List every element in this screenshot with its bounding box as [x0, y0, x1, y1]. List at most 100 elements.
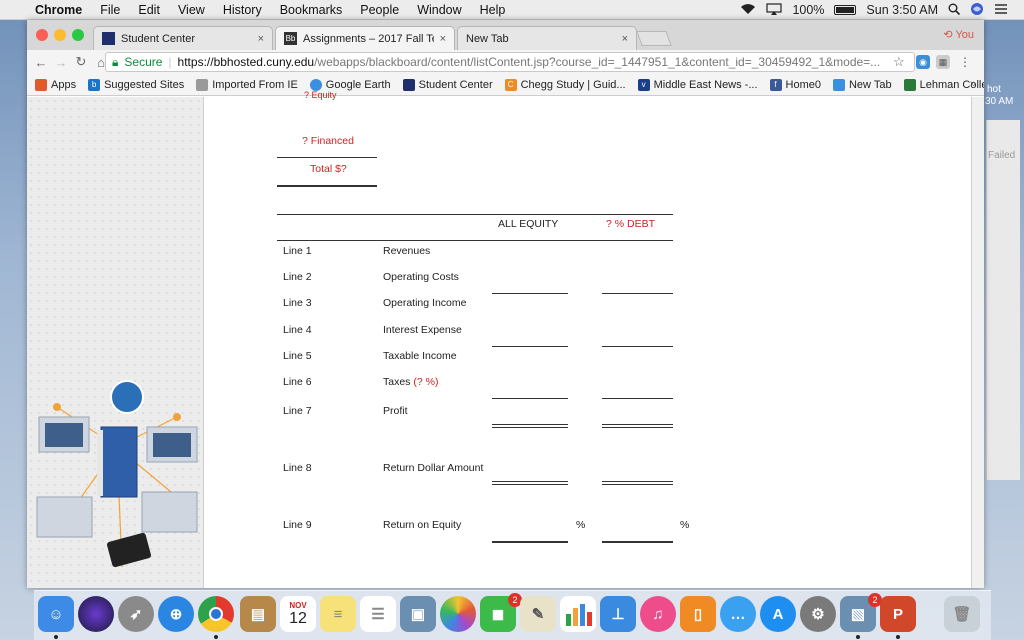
network-illustration-icon [36, 380, 198, 568]
macos-menubar: Chrome File Edit View History Bookmarks … [0, 0, 1024, 20]
row-label-operating-costs: Operating Costs [383, 271, 459, 283]
tab-student-center[interactable]: Student Center × [93, 26, 273, 50]
app-store-icon[interactable]: A [760, 596, 796, 632]
answer-double-rule-debt [602, 424, 673, 428]
line-number: Line 6 [283, 376, 312, 388]
equity-label: ? Equity [304, 90, 337, 100]
bookmark-new-tab[interactable]: New Tab [832, 78, 892, 91]
line-number: Line 3 [283, 297, 312, 309]
answer-blank-debt [602, 346, 673, 347]
siri-menubar-icon[interactable] [970, 2, 984, 19]
new-tab-button[interactable] [636, 31, 672, 46]
tab-assignments[interactable]: Bb Assignments – 2017 Fall Term × [275, 26, 455, 50]
taxes-text: Taxes [383, 376, 411, 388]
bookmark-star-icon[interactable]: ☆ [893, 54, 905, 70]
back-arrow-icon[interactable]: ← [31, 55, 51, 70]
bookmark-chegg-study[interactable]: C Chegg Study | Guid... [504, 78, 626, 91]
menu-help[interactable]: Help [471, 3, 515, 17]
safari-compass-icon[interactable]: ⊕ [158, 596, 194, 632]
running-indicator [54, 635, 58, 639]
launchpad-icon[interactable]: ➶ [118, 596, 154, 632]
tab-close-icon[interactable]: × [258, 33, 264, 45]
financed-label: ? Financed [302, 135, 354, 147]
chrome-menu-icon[interactable]: ⋮ [958, 55, 972, 69]
forward-arrow-icon[interactable]: → [51, 55, 71, 70]
divider [277, 185, 377, 187]
desktop-file-label: hot [987, 84, 1001, 95]
row-label-revenues: Revenues [383, 245, 431, 257]
lehman-shield-icon [903, 78, 916, 91]
column-header-all-equity: ALL EQUITY [498, 218, 559, 230]
bookmark-label: Google Earth [325, 78, 391, 91]
course-sidebar-background [27, 97, 204, 588]
bookmark-apps[interactable]: Apps [35, 78, 76, 91]
secure-lock-icon[interactable]: 🔒︎ [112, 55, 118, 70]
messages-icon[interactable]: … [720, 596, 756, 632]
keynote-icon[interactable]: ⊥ [600, 596, 636, 632]
tab-close-icon[interactable]: × [440, 33, 446, 45]
new-tab-icon [832, 78, 845, 91]
bookmark-google-earth[interactable]: Google Earth [309, 78, 391, 91]
extension-icon[interactable]: ◉ [916, 55, 930, 69]
address-bar[interactable]: 🔒︎ Secure | https://bbhosted.cuny.edu /w… [105, 52, 915, 72]
tab-close-icon[interactable]: × [622, 33, 628, 45]
bookmarks-overflow-icon[interactable]: » [970, 78, 976, 90]
profile-button[interactable]: ⟲ You [943, 28, 974, 41]
ibooks-icon[interactable]: ▯ [680, 596, 716, 632]
minimize-window-button[interactable] [54, 29, 66, 41]
menu-history[interactable]: History [214, 3, 271, 17]
profile-label: You [955, 29, 974, 41]
pages-icon[interactable]: ✎ [520, 596, 556, 632]
menu-app-chrome[interactable]: Chrome [26, 3, 91, 17]
menu-people[interactable]: People [351, 3, 408, 17]
spotlight-search-icon[interactable] [948, 3, 961, 18]
suggested-sites-icon: b [88, 78, 101, 91]
menu-view[interactable]: View [169, 3, 214, 17]
facebook-icon: f [769, 78, 782, 91]
bookmark-label: Student Center [418, 78, 493, 91]
menu-window[interactable]: Window [408, 3, 470, 17]
powerpoint-icon[interactable]: P [880, 596, 916, 632]
menu-edit[interactable]: Edit [129, 3, 169, 17]
finder-icon[interactable]: ☺ [38, 596, 74, 632]
bookmark-imported-from-ie[interactable]: Imported From IE [196, 78, 298, 91]
reminders-icon[interactable]: ☰ [360, 596, 396, 632]
battery-icon[interactable] [834, 5, 857, 15]
notes-icon[interactable]: ≡ [320, 596, 356, 632]
airplay-icon[interactable] [766, 2, 783, 18]
numbers-chart-icon[interactable] [560, 596, 596, 632]
system-preferences-gear-icon[interactable]: ⚙ [800, 596, 836, 632]
bookmark-suggested-sites[interactable]: b Suggested Sites [88, 78, 184, 91]
tab-strip: Student Center × Bb Assignments – 2017 F… [27, 20, 984, 50]
photos-icon[interactable] [440, 596, 476, 632]
bookmark-label: New Tab [848, 78, 892, 91]
menu-file[interactable]: File [91, 3, 129, 17]
notification-center-icon[interactable] [994, 3, 1008, 18]
trash-icon[interactable]: 🗑︎ [944, 596, 980, 632]
bookmark-student-center[interactable]: Student Center [402, 78, 493, 91]
contacts-icon[interactable]: ▤ [240, 596, 276, 632]
calendar-icon[interactable]: NOV 12 [280, 596, 316, 632]
url-host: https://bbhosted.cuny.edu [177, 55, 315, 69]
divider [277, 157, 377, 158]
preview-icon[interactable]: ▣ [400, 596, 436, 632]
row-label-interest-expense: Interest Expense [383, 324, 462, 336]
line-number: Line 4 [283, 324, 312, 336]
reload-icon[interactable]: ↻ [71, 54, 91, 70]
extension-2-icon[interactable]: ▦ [936, 55, 950, 69]
google-earth-icon [309, 78, 322, 91]
tab-new-tab[interactable]: New Tab × [457, 26, 637, 50]
assignment-worksheet: ? Equity ? Financed Total $? ALL EQUITY … [204, 90, 971, 588]
menubar-clock[interactable]: Sun 3:50 AM [866, 3, 938, 17]
close-window-button[interactable] [36, 29, 48, 41]
running-indicator [856, 635, 860, 639]
wifi-icon[interactable] [740, 3, 756, 18]
music-icon[interactable]: ♫ [640, 596, 676, 632]
menu-bookmarks[interactable]: Bookmarks [271, 3, 352, 17]
zoom-window-button[interactable] [72, 29, 84, 41]
tax-rate-placeholder: (? %) [413, 376, 439, 388]
chrome-icon[interactable] [198, 596, 234, 632]
bookmark-home0[interactable]: f Home0 [769, 78, 821, 91]
siri-icon[interactable] [78, 596, 114, 632]
bookmark-middle-east-news[interactable]: v Middle East News -... [637, 78, 758, 91]
